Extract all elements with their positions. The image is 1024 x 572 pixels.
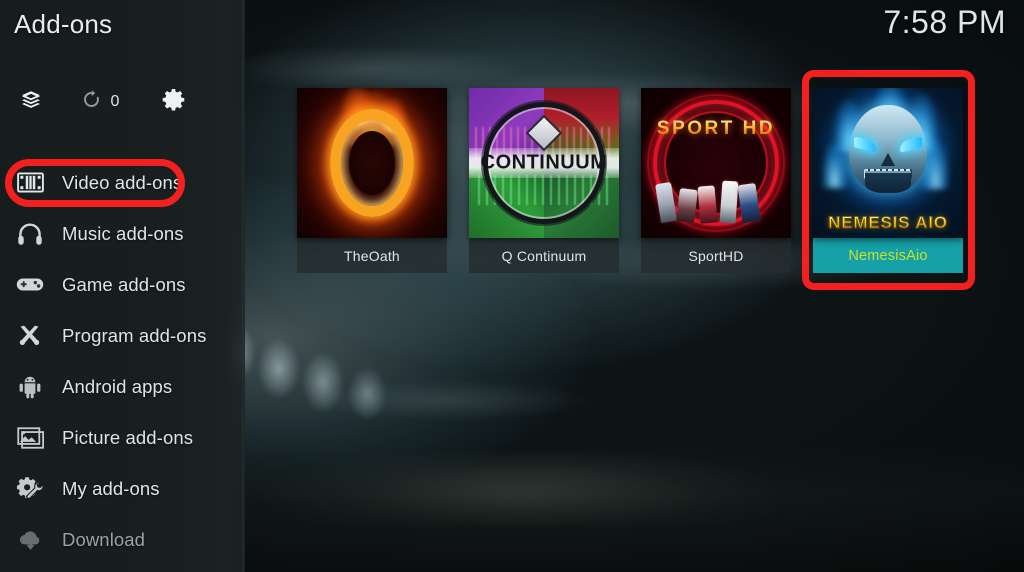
box-icon: [19, 88, 43, 117]
athlete-silhouette: [697, 185, 718, 223]
skull-eye-right: [900, 136, 923, 154]
tile-label: TheOath: [297, 238, 447, 273]
sidebar-item-music-add-ons[interactable]: Music add-ons: [0, 208, 245, 259]
gamepad-icon: [14, 270, 46, 300]
addons-browser-button[interactable]: [0, 82, 62, 122]
sidebar-item-my-add-ons[interactable]: My add-ons: [0, 463, 245, 514]
artwork-wordmark: SPORT HD: [656, 117, 776, 139]
sidebar-item-label: Music add-ons: [62, 222, 184, 244]
tile-label: NemesisAio: [813, 238, 963, 273]
artwork-wordmark: NEMESIS AIO: [828, 213, 948, 233]
sidebar-item-label: Video add-ons: [62, 171, 183, 193]
tile-artwork: CONTINUUM: [469, 88, 619, 238]
skull-nose: [881, 153, 895, 167]
flaming-skull-logo: [849, 105, 927, 193]
film-strip-icon: [14, 168, 46, 198]
tile-label: Q Continuum: [469, 238, 619, 273]
skull-jaw: [865, 170, 911, 193]
sidebar-item-picture-add-ons[interactable]: Picture add-ons: [0, 412, 245, 463]
sidebar-toolbar: 0: [0, 82, 245, 122]
athlete-silhouette: [655, 182, 677, 224]
android-icon: [14, 372, 46, 402]
sidebar-item-label: Game add-ons: [62, 273, 186, 295]
headphones-icon: [14, 219, 46, 249]
sidebar-item-download[interactable]: Download: [0, 514, 245, 565]
gear-icon: [161, 87, 186, 117]
tile-q-continuum[interactable]: CONTINUUM Q Continuum: [469, 88, 619, 273]
sidebar-item-label: Android apps: [62, 375, 173, 397]
settings-button[interactable]: [138, 82, 208, 122]
sidebar-item-game-add-ons[interactable]: Game add-ons: [0, 259, 245, 310]
logo-center: [349, 131, 395, 195]
clock: 7:58 PM: [883, 4, 1006, 40]
refresh-icon: [81, 89, 102, 115]
tile-artwork: NEMESIS AIO: [813, 88, 963, 238]
sidebar-item-android-apps[interactable]: Android apps: [0, 361, 245, 412]
tile-label: SportHD: [641, 238, 791, 273]
page-title: Add-ons: [14, 9, 113, 39]
tile-nemesisaio[interactable]: NEMESIS AIO NemesisAio: [813, 88, 963, 273]
cloud-download-icon: [14, 525, 46, 555]
sidebar: 0 Video add-ons Music add-ons Game add-o…: [0, 0, 245, 572]
tile-artwork: SPORT HD: [641, 88, 791, 238]
artwork-wordmark: CONTINUUM: [480, 151, 608, 174]
tools-icon: [14, 321, 46, 351]
sidebar-item-label: My add-ons: [62, 477, 160, 499]
tile-sporthd[interactable]: SPORT HD SportHD: [641, 88, 791, 273]
sidebar-item-label: Download: [62, 528, 146, 550]
sidebar-item-video-add-ons[interactable]: Video add-ons: [0, 157, 245, 208]
tile-theoath[interactable]: TheOath: [297, 88, 447, 273]
sidebar-item-program-add-ons[interactable]: Program add-ons: [0, 310, 245, 361]
athlete-silhouette: [737, 183, 761, 224]
sidebar-item-label: Picture add-ons: [62, 426, 194, 448]
update-count: 0: [110, 93, 120, 110]
top-bar: Add-ons 7:58 PM: [0, 0, 1024, 58]
sidebar-menu: Video add-ons Music add-ons Game add-ons…: [0, 157, 245, 565]
tile-artwork: [297, 88, 447, 238]
picture-icon: [14, 423, 46, 453]
athlete-silhouette: [719, 180, 738, 223]
art-athletes: [655, 163, 776, 226]
athlete-silhouette: [675, 188, 698, 224]
gear-wrench-icon: [14, 474, 46, 504]
sidebar-item-label: Program add-ons: [62, 324, 207, 346]
skull-eye-left: [853, 136, 876, 154]
check-for-updates-button[interactable]: 0: [62, 82, 138, 122]
